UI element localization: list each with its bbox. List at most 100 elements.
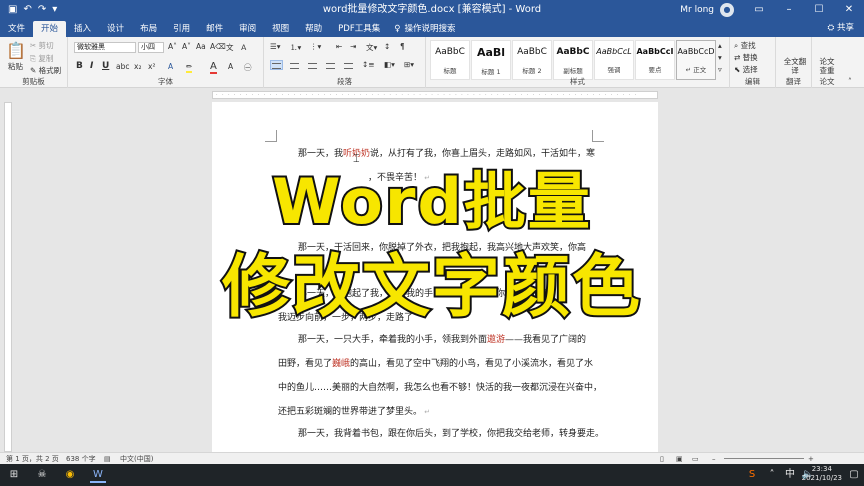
word-count[interactable]: 638 个字	[66, 454, 96, 464]
line-spacing-icon[interactable]: ↕≡	[362, 60, 375, 69]
italic-button[interactable]: I	[90, 61, 93, 71]
tab-review[interactable]: 审阅	[231, 21, 264, 37]
borders-icon[interactable]: ⊞▾	[404, 60, 414, 69]
replace-button[interactable]: ⇄ 替换	[734, 52, 758, 63]
undo-icon[interactable]: ↶	[23, 0, 31, 19]
tray-arrow-icon[interactable]: ˄	[764, 467, 780, 483]
word-taskbar-icon[interactable]: W	[90, 467, 106, 483]
style-subtitle[interactable]: AaBbC 副标题	[553, 40, 593, 80]
shading-icon[interactable]: ◧▾	[384, 60, 395, 69]
enclose-char-icon[interactable]: ㊀	[244, 62, 252, 73]
chinese-layout-icon[interactable]: 文▾	[366, 42, 377, 53]
print-layout-icon[interactable]: ▣	[676, 454, 683, 464]
font-size-select[interactable]: 小四	[138, 42, 164, 53]
user-name[interactable]: Mr long	[680, 5, 714, 15]
customize-qat-icon[interactable]: ▾	[52, 0, 57, 19]
align-center-icon[interactable]	[288, 60, 301, 70]
proofing-icon[interactable]: ▤	[104, 454, 111, 464]
cut-button[interactable]: ✂ 剪切	[30, 40, 54, 51]
tab-file[interactable]: 文件	[0, 21, 33, 37]
strikethrough-icon[interactable]: abc	[116, 62, 129, 71]
paragraph[interactable]: 那一天，我背着书包，跟在你后头，到了学校，你把我交给老师，转身要走。	[278, 422, 604, 446]
notification-icon[interactable]: ▢	[846, 467, 862, 483]
horizontal-ruler[interactable]: · · · · · · · · · · · · · · · · · · · · …	[212, 91, 658, 99]
align-right-icon[interactable]	[306, 60, 319, 70]
style-normal[interactable]: AaBbCcD ↵ 正文	[676, 40, 716, 80]
tab-view[interactable]: 视图	[264, 21, 297, 37]
ime-indicator[interactable]: 中	[782, 467, 798, 483]
find-button[interactable]: ⌕ 查找	[734, 40, 756, 51]
char-border-icon[interactable]: Ａ	[240, 42, 248, 53]
grow-font-icon[interactable]: A˄	[168, 42, 177, 51]
read-mode-icon[interactable]: ▯	[660, 454, 664, 464]
chrome-icon[interactable]: ◉	[62, 467, 78, 483]
language-indicator[interactable]: 中文(中国)	[120, 454, 153, 464]
select-button[interactable]: ⬉ 选择	[734, 64, 758, 75]
change-case-icon[interactable]: Aa	[196, 42, 206, 51]
tab-insert[interactable]: 插入	[66, 21, 99, 37]
show-marks-icon[interactable]: ¶	[400, 42, 405, 51]
tab-help[interactable]: 帮助	[297, 21, 330, 37]
paste-icon[interactable]: 📋	[6, 41, 26, 60]
avatar[interactable]: ●	[720, 2, 734, 17]
styles-scroll-up-icon[interactable]: ▴	[718, 41, 722, 50]
full-translate-button[interactable]: 全文翻译	[782, 57, 808, 75]
clock[interactable]: 23:34 2021/10/23	[802, 465, 842, 483]
styles-scroll-down-icon[interactable]: ▾	[718, 53, 722, 62]
ribbon-display-icon[interactable]: ▭	[744, 0, 774, 19]
distributed-icon[interactable]	[342, 60, 355, 70]
highlight-icon[interactable]: ✏	[186, 62, 193, 73]
bullets-icon[interactable]: ☰▾	[270, 42, 281, 51]
tab-pdf-tools[interactable]: PDF工具集	[330, 21, 388, 37]
app-icon[interactable]: ☠	[34, 467, 50, 483]
web-layout-icon[interactable]: ▭	[692, 454, 699, 464]
style-title[interactable]: AaBbC 标题	[430, 40, 470, 80]
minimize-icon[interactable]: –	[774, 0, 804, 19]
redo-icon[interactable]: ↷	[38, 0, 46, 19]
decrease-indent-icon[interactable]: ⇤	[336, 42, 342, 51]
save-icon[interactable]: ▣	[8, 0, 17, 19]
tell-me-search[interactable]: ♀ 操作说明搜索	[394, 21, 455, 37]
zoom-in-icon[interactable]: +	[808, 454, 814, 464]
paragraph[interactable]: 中的鱼儿……美丽的大自然啊，我怎么也看不够！快活的我一夜都沉浸在兴奋中，	[278, 376, 602, 400]
styles-more-icon[interactable]: ▿	[718, 65, 722, 74]
multilevel-icon[interactable]: ⋮▾	[310, 42, 321, 51]
tab-mailings[interactable]: 邮件	[198, 21, 231, 37]
paragraph[interactable]: 还把五彩斑斓的世界带进了梦里头。 ↵	[278, 400, 592, 424]
paragraph[interactable]: 田野，看见了巍峨的高山，看见了空中飞翔的小鸟，看见了小溪流水，看见了水	[278, 352, 593, 376]
style-strong[interactable]: AaBbCcI 要点	[635, 40, 675, 80]
paper-check-button[interactable]: 论文查重	[818, 57, 836, 75]
page-count[interactable]: 第 1 页，共 2 页	[6, 454, 59, 464]
windows-start-icon[interactable]: ⊞	[6, 467, 22, 483]
tab-home[interactable]: 开始	[33, 21, 67, 37]
zoom-slider[interactable]	[724, 458, 804, 459]
shrink-font-icon[interactable]: A˅	[182, 42, 191, 51]
clear-format-icon[interactable]: A⌫	[210, 42, 226, 51]
paragraph[interactable]: 那一天，一只大手，牵着我的小手，领我到外面遨游——我看见了广阔的	[278, 328, 592, 352]
close-icon[interactable]: ✕	[834, 0, 864, 19]
collapse-ribbon-icon[interactable]: ˄	[848, 77, 852, 86]
tab-layout[interactable]: 布局	[132, 21, 165, 37]
text-effects-icon[interactable]: A	[168, 62, 173, 71]
copy-button[interactable]: ⎘ 复制	[30, 53, 53, 64]
superscript-icon[interactable]: x²	[148, 62, 155, 71]
font-color-icon[interactable]: A	[210, 61, 217, 74]
char-shading-icon[interactable]: A	[228, 62, 233, 71]
bold-button[interactable]: B	[76, 61, 83, 71]
underline-button[interactable]: U	[102, 61, 109, 71]
maximize-icon[interactable]: ☐	[804, 0, 834, 19]
tab-design[interactable]: 设计	[99, 21, 132, 37]
subscript-icon[interactable]: x₂	[134, 62, 141, 71]
style-heading-2[interactable]: AaBbC 标题 2	[512, 40, 552, 80]
sogou-ime-icon[interactable]: S	[744, 467, 760, 483]
tab-references[interactable]: 引用	[165, 21, 198, 37]
increase-indent-icon[interactable]: ⇥	[350, 42, 356, 51]
justify-icon[interactable]	[324, 60, 337, 70]
style-emphasis[interactable]: AaBbCcL 强调	[594, 40, 634, 80]
font-family-select[interactable]: 微软雅黑	[74, 42, 136, 53]
zoom-out-icon[interactable]: –	[712, 454, 716, 464]
paste-button[interactable]: 粘贴	[8, 61, 23, 72]
phonetic-guide-icon[interactable]: 文	[226, 42, 234, 53]
numbering-icon[interactable]: ⒈▾	[290, 42, 301, 53]
format-painter-button[interactable]: ✎ 格式刷	[30, 65, 61, 76]
